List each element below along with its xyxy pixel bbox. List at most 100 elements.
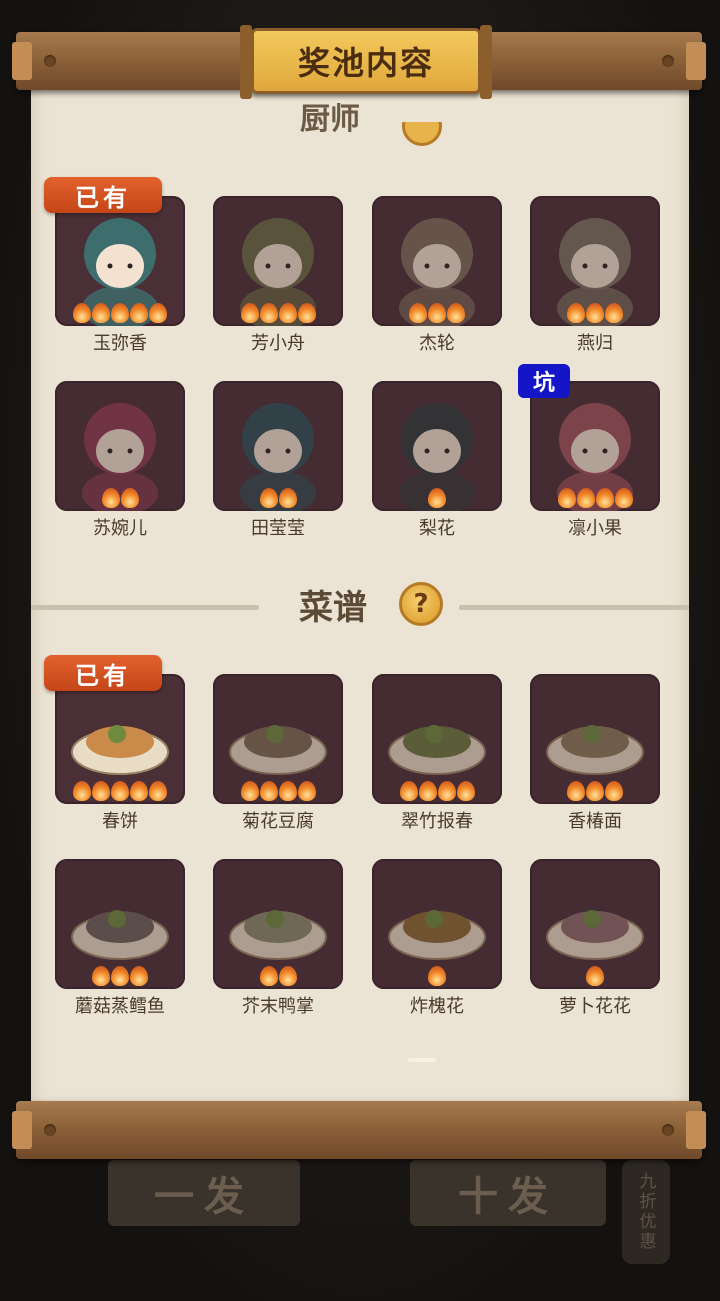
flame-icon <box>92 966 110 986</box>
recipe-card[interactable]: 芥末鸭掌 <box>213 859 343 1017</box>
discount-tag: 九折优惠 <box>622 1160 670 1264</box>
rarity-flames <box>530 488 660 508</box>
flame-icon <box>111 781 129 801</box>
recipe-card[interactable]: 菊花豆腐 <box>213 674 343 832</box>
flame-icon <box>259 303 278 323</box>
chef-name: 苏婉儿 <box>93 518 147 539</box>
flame-icon <box>418 781 437 801</box>
chef-section-heading: 厨师 <box>300 102 360 132</box>
chef-name: 燕归 <box>577 333 613 354</box>
chef-card[interactable]: 田莹莹 <box>213 381 343 539</box>
recipe-card[interactable]: 香椿面 <box>530 674 660 832</box>
chef-name: 芳小舟 <box>251 333 305 354</box>
flame-icon <box>557 488 576 508</box>
flame-icon <box>130 966 148 986</box>
flame-icon <box>101 488 120 508</box>
owned-badge: 已有 <box>44 177 162 213</box>
recipe-card[interactable]: 翠竹报春 <box>372 674 502 832</box>
flame-icon <box>595 488 614 508</box>
rarity-flames <box>55 303 185 323</box>
flame-icon <box>409 303 427 323</box>
recipe-name: 翠竹报春 <box>401 811 473 832</box>
rarity-flames <box>530 303 660 323</box>
flame-icon <box>605 781 623 801</box>
flame-icon <box>278 966 297 986</box>
flame-icon <box>399 781 418 801</box>
draw-ten-button: 十发 <box>410 1160 606 1226</box>
flame-icon <box>586 303 604 323</box>
flame-icon <box>73 303 91 323</box>
flame-icon <box>130 781 148 801</box>
chef-card[interactable]: 梨花 <box>372 381 502 539</box>
chef-name: 杰轮 <box>419 333 455 354</box>
flame-icon <box>111 966 129 986</box>
chef-name: 凛小果 <box>568 518 622 539</box>
window-title: 奖池内容 <box>240 25 492 99</box>
chef-name: 田莹莹 <box>251 518 305 539</box>
flame-icon <box>614 488 633 508</box>
flame-icon <box>111 303 129 323</box>
recipe-name: 芥末鸭掌 <box>242 996 314 1017</box>
recipe-card[interactable]: 春饼 <box>55 674 185 832</box>
rarity-flames <box>372 303 502 323</box>
flame-icon <box>567 303 585 323</box>
flame-icon <box>149 303 167 323</box>
question-icon[interactable]: ? <box>399 582 443 626</box>
flame-icon <box>278 303 297 323</box>
flame-icon <box>259 488 278 508</box>
recipe-name: 蘑菇蒸鳕鱼 <box>75 996 165 1017</box>
rarity-flames <box>55 966 185 986</box>
flame-icon <box>297 781 316 801</box>
scroll-bottom-rod <box>12 1101 706 1159</box>
recipe-card[interactable]: 炸槐花 <box>372 859 502 1017</box>
flame-icon <box>428 966 446 986</box>
recipe-card[interactable]: 蘑菇蒸鳕鱼 <box>55 859 185 1017</box>
recipe-name: 菊花豆腐 <box>242 811 314 832</box>
help-icon[interactable] <box>402 122 442 146</box>
rarity-flames <box>55 488 185 508</box>
flame-icon <box>240 781 259 801</box>
rarity-flames <box>213 781 343 801</box>
divider-left <box>31 605 259 610</box>
chef-card[interactable]: 凛小果 <box>530 381 660 539</box>
flame-icon <box>73 781 91 801</box>
chef-card[interactable]: 燕归 <box>530 196 660 354</box>
flame-icon <box>567 781 585 801</box>
rarity-flames <box>372 966 502 986</box>
flame-icon <box>456 781 475 801</box>
draw-once-button: 一发 <box>108 1160 300 1226</box>
flame-icon <box>278 488 297 508</box>
chef-card[interactable]: 玉弥香 <box>55 196 185 354</box>
recipe-section-heading: 菜谱 <box>299 588 367 628</box>
rarity-flames <box>530 781 660 801</box>
rarity-flames <box>55 781 185 801</box>
chef-card[interactable]: 芳小舟 <box>213 196 343 354</box>
flame-icon <box>149 781 167 801</box>
rarity-flames <box>372 488 502 508</box>
owned-badge: 已有 <box>44 655 162 691</box>
flame-icon <box>297 303 316 323</box>
flame-icon <box>120 488 139 508</box>
chef-card[interactable]: 杰轮 <box>372 196 502 354</box>
flame-icon <box>428 488 446 508</box>
rarity-flames <box>213 303 343 323</box>
recipe-name: 香椿面 <box>568 811 622 832</box>
flame-icon <box>130 303 148 323</box>
pit-badge: 坑 <box>518 364 570 398</box>
rarity-flames <box>372 781 502 801</box>
rarity-flames <box>530 966 660 986</box>
flame-icon <box>259 781 278 801</box>
flame-icon <box>92 781 110 801</box>
chef-name: 梨花 <box>419 518 455 539</box>
flame-icon <box>259 966 278 986</box>
flame-icon <box>92 303 110 323</box>
recipe-card[interactable]: 萝卜花花 <box>530 859 660 1017</box>
divider-right <box>459 605 689 610</box>
flame-icon <box>576 488 595 508</box>
recipe-name: 萝卜花花 <box>559 996 631 1017</box>
scroll-indicator <box>408 1058 436 1062</box>
rarity-flames <box>213 488 343 508</box>
flame-icon <box>586 781 604 801</box>
flame-icon <box>605 303 623 323</box>
chef-card[interactable]: 苏婉儿 <box>55 381 185 539</box>
